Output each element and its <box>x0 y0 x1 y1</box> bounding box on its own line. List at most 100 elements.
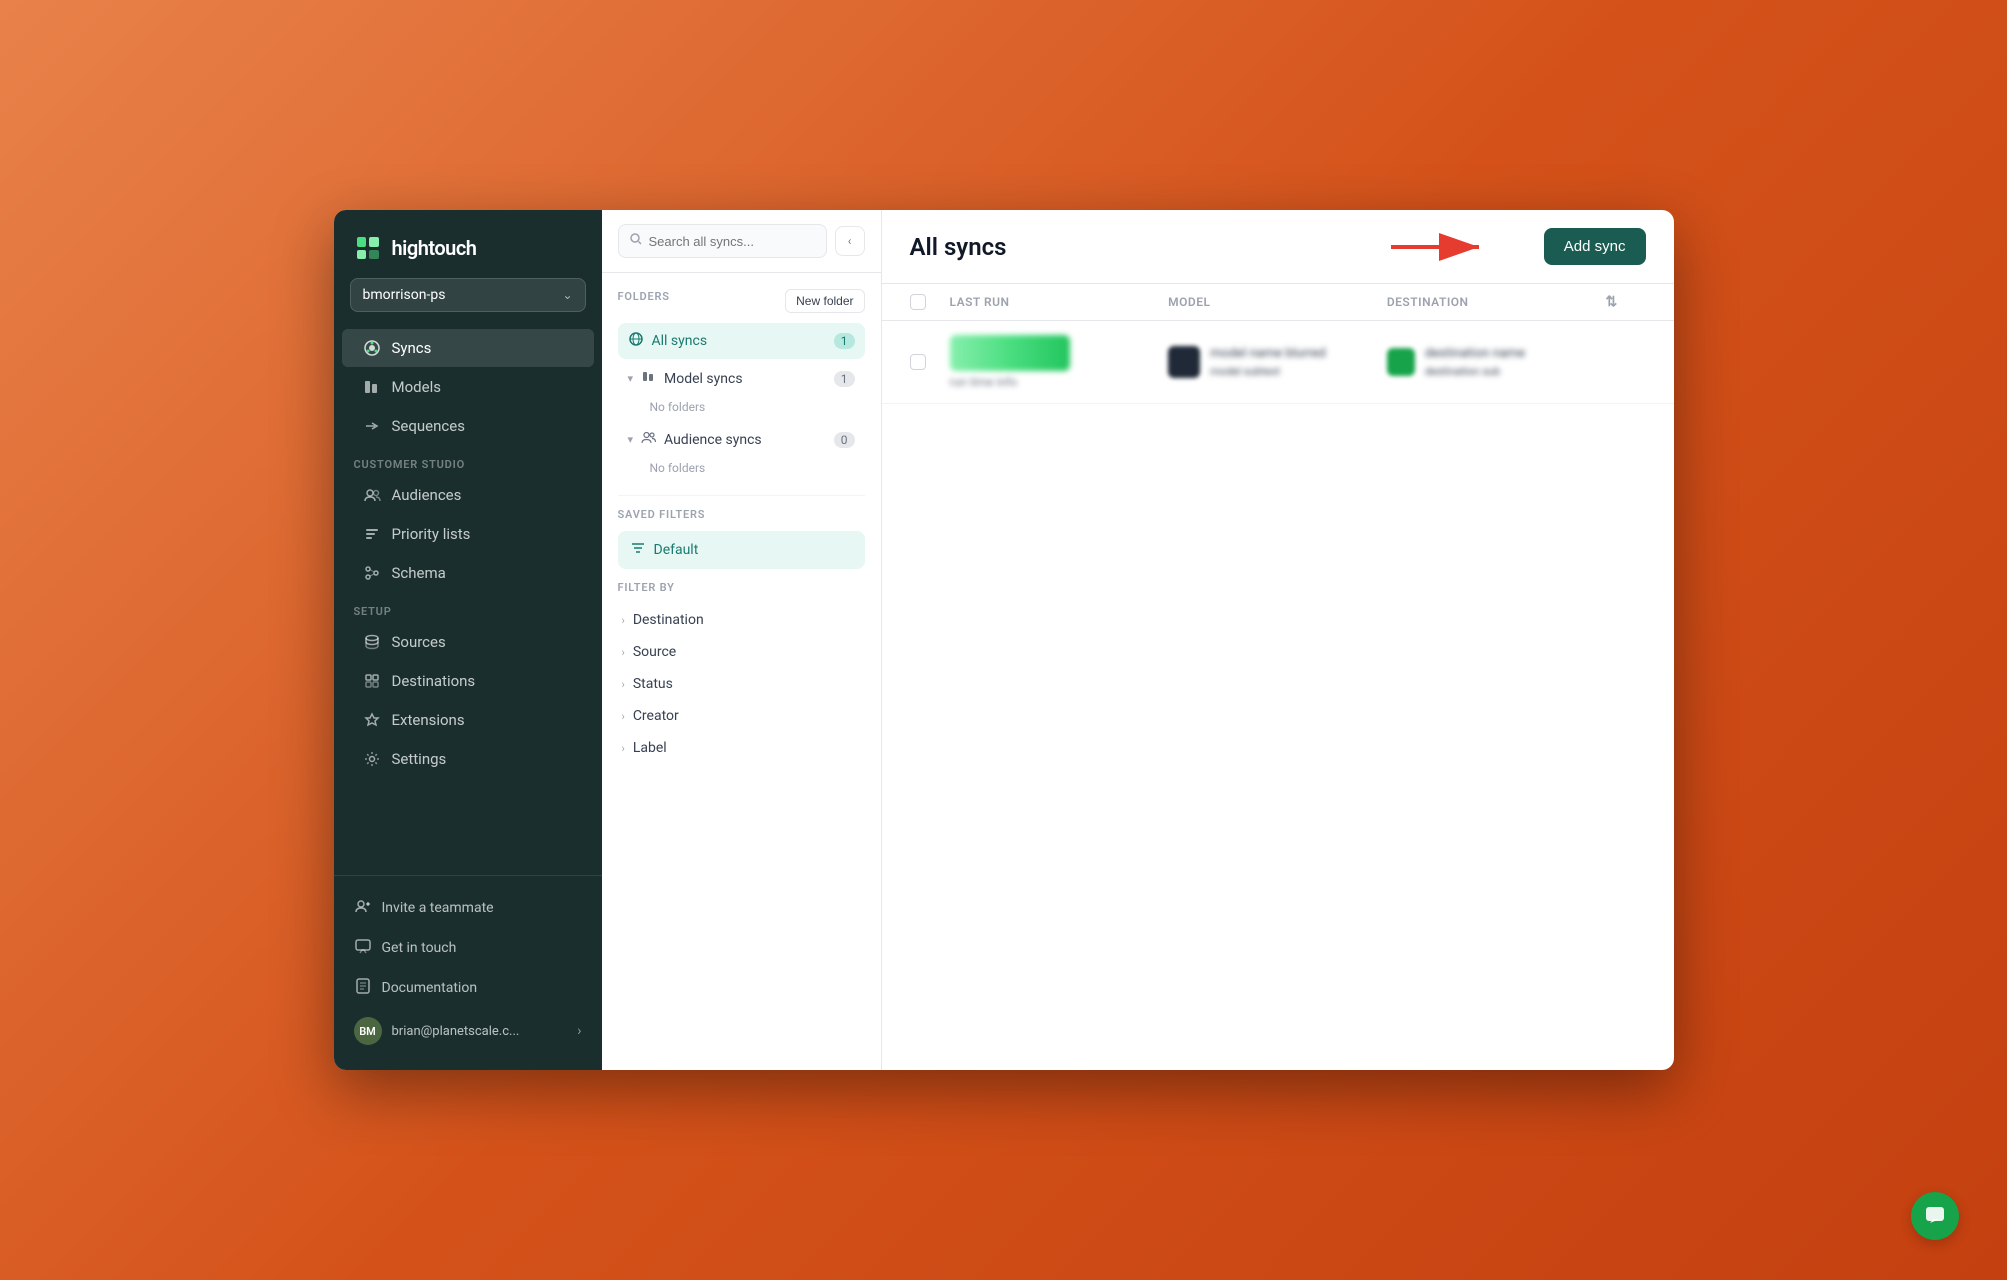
filter-by-creator[interactable]: › Creator <box>618 700 865 732</box>
sidebar-item-schema[interactable]: Schema <box>342 554 594 592</box>
filter-creator-label: Creator <box>633 708 679 724</box>
filter-by-label-item[interactable]: › Label <box>618 732 865 764</box>
priority-lists-icon <box>362 524 382 544</box>
audience-syncs-label: Audience syncs <box>664 432 762 448</box>
filter-by-destination[interactable]: › Destination <box>618 604 865 636</box>
destination-header: DESTINATION <box>1387 295 1469 309</box>
documentation-item[interactable]: Documentation <box>334 968 602 1008</box>
destination-cell: destination name destination sub <box>1387 346 1606 378</box>
search-icon <box>629 232 643 250</box>
filter-source-label: Source <box>633 644 676 660</box>
th-destination: DESTINATION <box>1387 294 1606 310</box>
chevron-right-icon-4: › <box>622 710 625 723</box>
invite-icon <box>354 897 372 919</box>
default-filter-label: Default <box>654 542 699 558</box>
workspace-selector[interactable]: bmorrison-ps ⌄ <box>350 278 586 312</box>
add-sync-button[interactable]: Add sync <box>1544 228 1646 265</box>
settings-icon <box>362 749 382 769</box>
model-sub-text: model subtext <box>1210 365 1326 378</box>
sidebar-item-syncs[interactable]: Syncs <box>342 329 594 367</box>
audience-syncs-count: 0 <box>834 432 855 448</box>
filter-by-status[interactable]: › Status <box>618 668 865 700</box>
models-icon <box>362 377 382 397</box>
chevron-right-icon-2: › <box>622 646 625 659</box>
th-sort[interactable]: ⇅ <box>1606 294 1646 310</box>
last-run-text: run time info <box>950 375 1070 389</box>
filter-content: FOLDERS New folder All syncs 1 <box>602 273 881 1070</box>
all-syncs-label: All syncs <box>652 333 708 349</box>
filter-panel: ‹ FOLDERS New folder <box>602 210 882 1070</box>
get-in-touch-item[interactable]: Get in touch <box>334 928 602 968</box>
chevron-right-icon-5: › <box>622 742 625 755</box>
filter-by-source[interactable]: › Source <box>618 636 865 668</box>
collapse-icon: ‹ <box>848 234 852 248</box>
saved-filters-label: SAVED FILTERS <box>618 508 865 521</box>
filter-icon <box>630 540 646 560</box>
default-filter[interactable]: Default <box>618 531 865 569</box>
all-syncs-count: 1 <box>834 333 855 349</box>
collapse-button[interactable]: ‹ <box>835 226 865 256</box>
last-run-cell: run time info <box>950 335 1169 389</box>
sidebar-item-settings[interactable]: Settings <box>342 740 594 778</box>
sidebar-item-priority-lists[interactable]: Priority lists <box>342 515 594 553</box>
avatar-initials: BM <box>359 1025 376 1038</box>
model-syncs-count: 1 <box>834 371 855 387</box>
workspace-name: bmorrison-ps <box>363 287 446 303</box>
chevron-down-icon: ⌄ <box>562 288 572 302</box>
expand-icon: ▾ <box>628 372 634 385</box>
select-all-checkbox[interactable] <box>910 294 926 310</box>
filter-destination-label: Destination <box>633 612 704 628</box>
chat-icon <box>354 937 372 959</box>
sidebar-nav: Syncs Model <box>334 320 602 875</box>
sidebar-item-sources[interactable]: Sources <box>342 623 594 661</box>
th-last-run: LAST RUN <box>950 294 1169 310</box>
folder-item-audience-syncs[interactable]: ▾ Audience syncs 0 <box>618 422 865 457</box>
th-model: MODEL <box>1168 294 1387 310</box>
audience-syncs-no-folders: No folders <box>618 459 865 483</box>
destinations-icon <box>362 671 382 691</box>
user-chevron-icon: › <box>577 1023 581 1039</box>
invite-label: Invite a teammate <box>382 900 494 916</box>
extensions-icon <box>362 710 382 730</box>
logo-area: hightouch <box>334 210 602 278</box>
sequences-icon <box>362 416 382 436</box>
sidebar-item-sequences[interactable]: Sequences <box>342 407 594 445</box>
filter-status-label: Status <box>633 676 673 692</box>
logo-icon <box>354 234 382 262</box>
destination-name-text: destination name <box>1425 346 1525 361</box>
sidebar-item-label-schema: Schema <box>392 564 446 582</box>
sidebar-item-label-extensions: Extensions <box>392 711 465 729</box>
folder-item-model-syncs[interactable]: ▾ Model syncs 1 <box>618 361 865 396</box>
chat-bubble-icon <box>1924 1205 1946 1227</box>
sidebar-item-extensions[interactable]: Extensions <box>342 701 594 739</box>
row-checkbox[interactable] <box>910 354 926 370</box>
chevron-right-icon: › <box>622 614 625 627</box>
sidebar-item-label-models: Models <box>392 378 441 396</box>
folder-item-all-syncs[interactable]: All syncs 1 <box>618 323 865 359</box>
sidebar-item-destinations[interactable]: Destinations <box>342 662 594 700</box>
destination-sub-text: destination sub <box>1425 365 1525 378</box>
search-input[interactable] <box>649 234 816 249</box>
model-icon <box>1168 346 1200 378</box>
sidebar-item-label-settings: Settings <box>392 750 447 768</box>
new-folder-button[interactable]: New folder <box>785 289 864 313</box>
chevron-right-icon-3: › <box>622 678 625 691</box>
model-syncs-label: Model syncs <box>664 371 743 387</box>
red-arrow-syncs <box>334 338 342 358</box>
docs-icon <box>354 977 372 999</box>
table-header: LAST RUN MODEL DESTINATION ⇅ <box>882 284 1674 321</box>
model-cell: model name blurred model subtext <box>1168 346 1387 378</box>
table-row[interactable]: run time info model name blurred model s… <box>882 321 1674 404</box>
filter-by-label: FILTER BY <box>618 581 865 594</box>
destination-icon <box>1387 348 1415 376</box>
sidebar-item-models[interactable]: Models <box>342 368 594 406</box>
search-wrap[interactable] <box>618 224 827 258</box>
content-panel: All syncs Add sync <box>882 210 1674 1070</box>
invite-teammate-item[interactable]: Invite a teammate <box>334 888 602 928</box>
chat-bubble-button[interactable] <box>1911 1192 1959 1240</box>
logo-text: hightouch <box>392 236 477 260</box>
model-syncs-icon <box>641 369 656 388</box>
customer-studio-label: CUSTOMER STUDIO <box>334 446 602 475</box>
sidebar-item-audiences[interactable]: Audiences <box>342 476 594 514</box>
user-row[interactable]: BM brian@planetscale.c... › <box>334 1008 602 1054</box>
